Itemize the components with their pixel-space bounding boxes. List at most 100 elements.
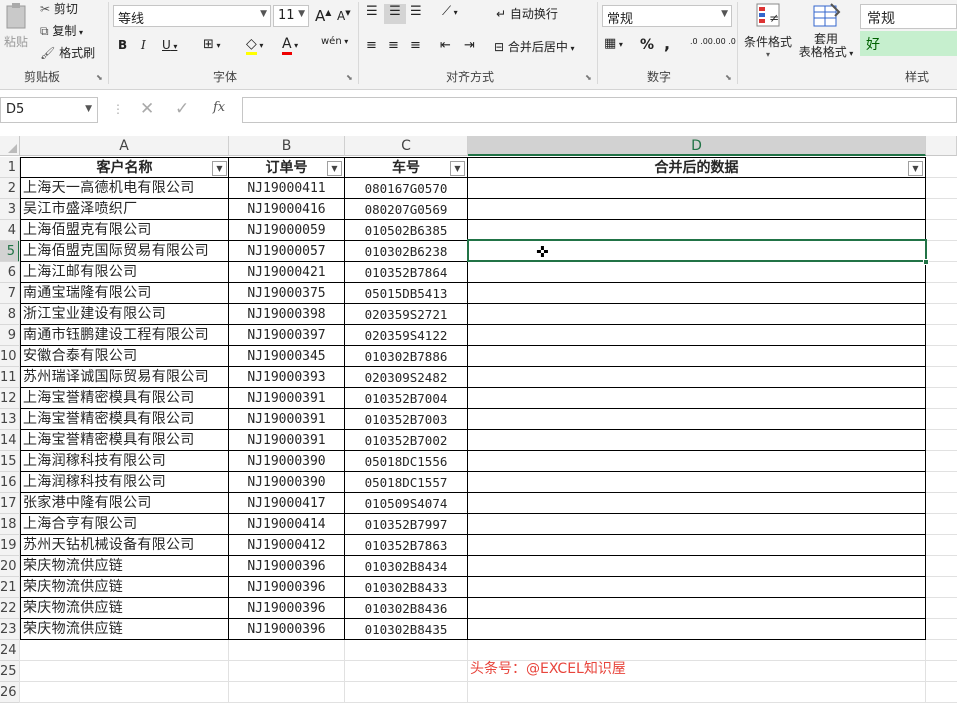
select-all-corner[interactable] <box>0 136 20 156</box>
format-as-table-button[interactable]: 套用 表格格式 ▾ <box>796 2 856 64</box>
table-cell[interactable]: 上海佰盟克国际贸易有限公司 <box>20 241 229 262</box>
row-header[interactable]: 17 <box>0 493 20 514</box>
table-cell[interactable] <box>468 283 926 304</box>
table-cell[interactable]: 南通市钰鹏建设工程有限公司 <box>20 325 229 346</box>
row-header[interactable]: 15 <box>0 451 20 472</box>
table-cell[interactable] <box>468 577 926 598</box>
table-cell[interactable]: NJ19000059 <box>229 220 345 241</box>
shrink-font-button[interactable]: A▼ <box>337 9 351 23</box>
table-cell[interactable]: 上海江邮有限公司 <box>20 262 229 283</box>
row-header[interactable]: 9 <box>0 325 20 346</box>
filter-dropdown-icon[interactable]: ▼ <box>908 161 923 176</box>
table-cell[interactable]: NJ19000411 <box>229 178 345 199</box>
table-cell[interactable]: NJ19000391 <box>229 409 345 430</box>
row-header[interactable]: 14 <box>0 430 20 451</box>
row-header[interactable]: 22 <box>0 598 20 619</box>
table-cell[interactable]: 荣庆物流供应链 <box>20 556 229 577</box>
decrease-decimal-button[interactable]: .00 .0 <box>713 37 736 46</box>
table-cell[interactable] <box>468 199 926 220</box>
header-cell-a[interactable]: 客户名称 ▼ <box>20 157 229 178</box>
header-cell-c[interactable]: 车号 ▼ <box>345 157 468 178</box>
header-cell-d[interactable]: 合并后的数据 ▼ <box>468 157 926 178</box>
table-cell[interactable] <box>468 178 926 199</box>
table-cell[interactable]: 05018DC1557 <box>345 472 468 493</box>
row-header[interactable]: 4 <box>0 220 20 241</box>
name-box[interactable]: D5 ▼ <box>0 97 98 123</box>
table-cell[interactable]: 010302B8436 <box>345 598 468 619</box>
table-cell[interactable] <box>468 451 926 472</box>
table-cell[interactable]: NJ19000412 <box>229 535 345 556</box>
copy-button[interactable]: ⧉ 复制 ▾ <box>40 22 83 39</box>
table-cell[interactable]: NJ19000375 <box>229 283 345 304</box>
fill-handle[interactable] <box>923 259 929 265</box>
table-cell[interactable]: 010352B7004 <box>345 388 468 409</box>
table-cell[interactable]: 020309S2482 <box>345 367 468 388</box>
table-cell[interactable]: NJ19000396 <box>229 556 345 577</box>
orientation-button[interactable]: ⟋ ▾ <box>442 4 458 19</box>
filter-dropdown-icon[interactable]: ▼ <box>450 161 465 176</box>
cut-button[interactable]: ✂ 剪切 <box>40 0 78 17</box>
table-cell[interactable]: NJ19000393 <box>229 367 345 388</box>
insert-function-icon[interactable]: fx <box>213 100 225 115</box>
comma-button[interactable]: , <box>664 34 670 53</box>
table-cell[interactable]: 苏州天钻机械设备有限公司 <box>20 535 229 556</box>
formula-input[interactable] <box>242 97 957 123</box>
table-cell[interactable]: 020359S2721 <box>345 304 468 325</box>
table-cell[interactable]: NJ19000397 <box>229 325 345 346</box>
table-cell[interactable]: 010302B6238 <box>345 241 468 262</box>
table-cell[interactable]: 010509S4074 <box>345 493 468 514</box>
row-header[interactable]: 7 <box>0 283 20 304</box>
align-bottom-button[interactable]: ☰ <box>410 4 422 19</box>
row-header[interactable]: 20 <box>0 556 20 577</box>
column-header-b[interactable]: B <box>229 136 345 156</box>
table-cell[interactable]: NJ19000345 <box>229 346 345 367</box>
row-header[interactable]: 10 <box>0 346 20 367</box>
table-cell[interactable] <box>468 304 926 325</box>
increase-indent-button[interactable]: ⇥ <box>464 38 475 53</box>
table-cell[interactable]: 010352B7997 <box>345 514 468 535</box>
number-launcher-icon[interactable]: ⬊ <box>725 73 732 82</box>
row-header[interactable]: 3 <box>0 199 20 220</box>
font-launcher-icon[interactable]: ⬊ <box>346 73 353 82</box>
table-cell[interactable] <box>468 619 926 640</box>
align-center-button[interactable]: ≡ <box>388 38 399 53</box>
table-cell[interactable]: 上海宝誉精密模具有限公司 <box>20 388 229 409</box>
table-cell[interactable]: 上海佰盟克有限公司 <box>20 220 229 241</box>
table-cell[interactable]: 浙江宝业建设有限公司 <box>20 304 229 325</box>
table-cell[interactable]: NJ19000391 <box>229 388 345 409</box>
alignment-launcher-icon[interactable]: ⬊ <box>585 73 592 82</box>
table-cell[interactable]: 010302B8434 <box>345 556 468 577</box>
row-header[interactable]: 16 <box>0 472 20 493</box>
table-cell[interactable]: 010352B7864 <box>345 262 468 283</box>
align-right-button[interactable]: ≡ <box>410 38 421 53</box>
table-cell[interactable]: NJ19000390 <box>229 472 345 493</box>
row-header[interactable]: 1 <box>0 157 20 178</box>
table-cell[interactable] <box>468 514 926 535</box>
table-cell[interactable]: 080167G0570 <box>345 178 468 199</box>
fill-color-button[interactable]: ◇ ▾ <box>246 36 263 55</box>
row-header[interactable]: 8 <box>0 304 20 325</box>
table-cell[interactable]: 荣庆物流供应链 <box>20 619 229 640</box>
table-cell[interactable]: 张家港中隆有限公司 <box>20 493 229 514</box>
table-cell[interactable] <box>468 556 926 577</box>
table-cell[interactable]: NJ19000417 <box>229 493 345 514</box>
merge-center-button[interactable]: ⊟ 合并后居中 ▾ <box>494 38 574 55</box>
table-cell[interactable]: 南通宝瑞隆有限公司 <box>20 283 229 304</box>
row-header[interactable]: 25 <box>0 661 20 682</box>
table-cell[interactable]: 上海宝誉精密模具有限公司 <box>20 430 229 451</box>
table-cell[interactable]: 上海润稼科技有限公司 <box>20 451 229 472</box>
row-header[interactable]: 11 <box>0 367 20 388</box>
table-cell[interactable] <box>468 472 926 493</box>
decrease-indent-button[interactable]: ⇤ <box>440 38 451 53</box>
row-header[interactable]: 5 <box>0 241 20 262</box>
increase-decimal-button[interactable]: .0 .00 <box>690 37 713 46</box>
table-cell[interactable]: 010352B7863 <box>345 535 468 556</box>
table-cell[interactable]: 010302B8435 <box>345 619 468 640</box>
percent-button[interactable]: % <box>640 37 654 53</box>
enter-icon[interactable]: ✓ <box>175 99 189 119</box>
table-cell[interactable]: 05015DB5413 <box>345 283 468 304</box>
table-cell[interactable]: 05018DC1556 <box>345 451 468 472</box>
borders-button[interactable]: ⊞ ▾ <box>203 37 220 52</box>
table-cell[interactable]: NJ19000396 <box>229 577 345 598</box>
clipboard-launcher-icon[interactable]: ⬊ <box>96 73 103 82</box>
